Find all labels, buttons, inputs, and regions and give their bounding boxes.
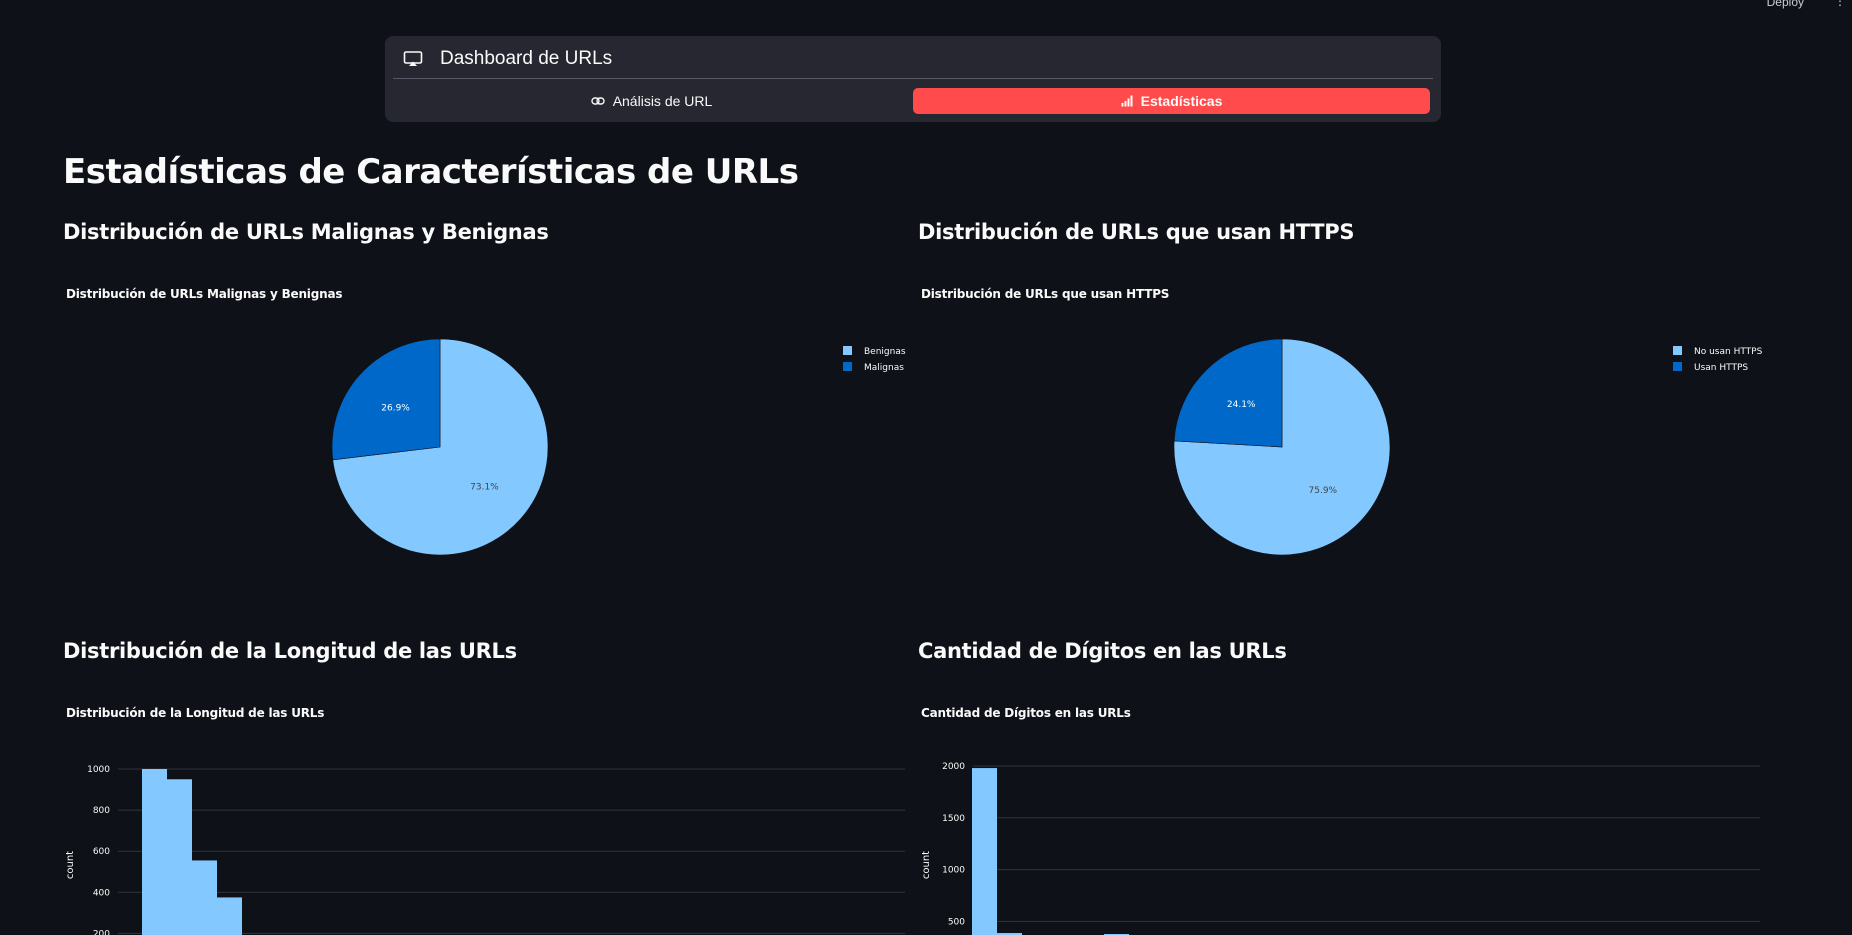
y-tick-label: 1000 — [942, 866, 965, 876]
y-tick-label: 1500 — [942, 814, 965, 824]
y-tick-label: 500 — [948, 917, 965, 927]
y-axis-title: count — [921, 851, 932, 879]
y-tick-label: 2000 — [942, 762, 965, 772]
histogram-digit-count: 500 1000 1500 2000 count — [921, 762, 1760, 935]
histogram-bar[interactable] — [972, 768, 997, 935]
